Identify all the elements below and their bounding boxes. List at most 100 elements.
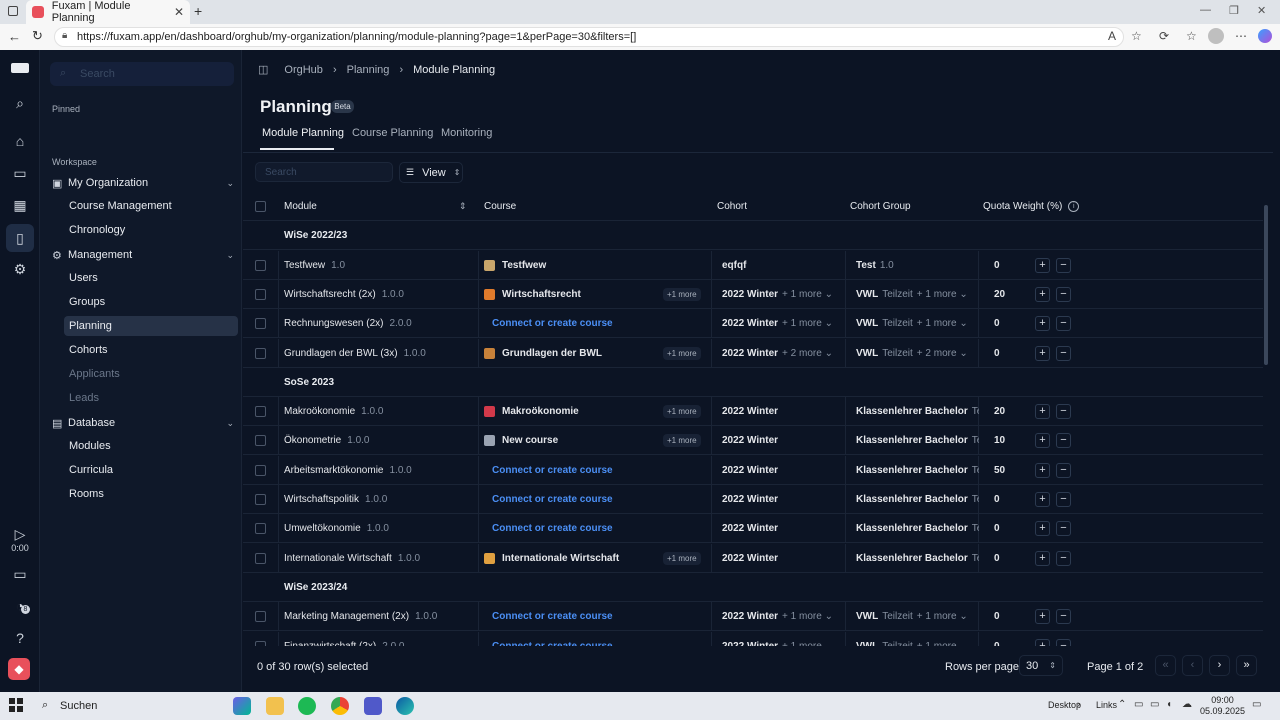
rows-per-page-select[interactable]: 30 ⇕ xyxy=(1019,655,1063,676)
sidebar-item-course-management[interactable]: Course Management xyxy=(64,196,238,216)
notification-center-icon[interactable]: ▭ xyxy=(1252,699,1261,710)
battery-icon[interactable]: ▭ xyxy=(1150,699,1159,710)
breadcrumb-orghub[interactable]: OrgHub xyxy=(284,64,323,76)
cohort-cell[interactable]: 2022 Winter xyxy=(722,426,847,455)
chrome-icon[interactable] xyxy=(331,697,349,715)
row-checkbox[interactable] xyxy=(255,259,266,271)
cohort-cell[interactable]: 2022 Winter + 1 more ⌄ xyxy=(722,309,847,338)
table-search-input[interactable]: Search xyxy=(255,162,393,182)
minimize-icon[interactable]: — xyxy=(1200,4,1211,16)
row-checkbox[interactable] xyxy=(255,288,266,300)
onedrive-icon[interactable]: ☁ xyxy=(1182,699,1192,710)
course-cell[interactable]: Connect or create course xyxy=(484,309,709,338)
cohort-group-cell[interactable]: Klassenlehrer BachelorTeilz xyxy=(856,544,979,573)
cohort-group-more[interactable]: + 1 more ⌄ xyxy=(917,318,968,329)
module-cell[interactable]: Testfwew 1.0 xyxy=(284,251,474,280)
cohort-group-cell[interactable]: Test 1.0 xyxy=(856,251,979,280)
tab-actions-icon[interactable] xyxy=(8,6,18,16)
header-cohort-group[interactable]: Cohort Group xyxy=(850,192,970,221)
sidebar-item-cohorts[interactable]: Cohorts xyxy=(64,340,238,360)
module-cell[interactable]: Umweltökonomie 1.0.0 xyxy=(284,514,474,543)
row-checkbox[interactable] xyxy=(255,523,266,535)
info-icon[interactable]: i xyxy=(1068,201,1080,212)
module-cell[interactable]: Ökonometrie 1.0.0 xyxy=(284,426,474,455)
edge-icon[interactable] xyxy=(396,697,414,715)
fuxam-logo-icon[interactable]: ◆ xyxy=(8,658,30,680)
orghub-icon[interactable]: ▯ xyxy=(0,230,40,247)
app-logo-icon[interactable] xyxy=(11,63,29,73)
decrease-quota-button[interactable]: − xyxy=(1056,316,1071,332)
folder-icon[interactable]: ▭ xyxy=(0,566,40,583)
increase-quota-button[interactable]: + xyxy=(1035,316,1050,332)
module-cell[interactable]: Finanzwirtschaft (2x) 2.0.0 xyxy=(284,632,474,647)
cohort-group-cell[interactable]: VWL Teilzeit + 1 more ⌄ xyxy=(856,602,979,631)
sidebar-search-input[interactable]: ⌕ Search xyxy=(50,62,234,86)
decrease-quota-button[interactable]: − xyxy=(1056,462,1071,478)
decrease-quota-button[interactable]: − xyxy=(1056,609,1071,625)
increase-quota-button[interactable]: + xyxy=(1035,462,1050,478)
row-checkbox[interactable] xyxy=(255,435,266,447)
favorite-star-icon[interactable]: ☆ xyxy=(1131,29,1142,43)
next-page-button[interactable]: › xyxy=(1209,655,1230,676)
volume-icon[interactable]: ◖ xyxy=(1166,699,1172,710)
cohort-group-cell[interactable]: Klassenlehrer BachelorTeilz xyxy=(856,456,979,485)
calendar-icon[interactable]: ▦ xyxy=(0,197,40,214)
copilot-app-icon[interactable] xyxy=(233,697,251,715)
course-more-badge[interactable]: +1 more xyxy=(663,551,701,565)
prev-page-button[interactable]: ‹ xyxy=(1182,655,1203,676)
sort-icon[interactable]: ⇕ xyxy=(459,201,467,212)
connect-course-link[interactable]: Connect or create course xyxy=(492,494,613,505)
cohort-group-more[interactable]: + 1 more ⌄ xyxy=(917,611,968,622)
notifications-bell-icon[interactable]: ◔ xyxy=(0,598,40,614)
decrease-quota-button[interactable]: − xyxy=(1056,550,1071,566)
cohort-group-more[interactable]: + 1 more ⌄ xyxy=(917,289,968,300)
cohort-group-cell[interactable]: VWL Teilzeit + 1 more ⌄ xyxy=(856,309,979,338)
increase-quota-button[interactable]: + xyxy=(1035,257,1050,273)
row-checkbox[interactable] xyxy=(255,640,266,646)
search-icon[interactable]: ⌕ xyxy=(0,95,40,112)
spotify-icon[interactable] xyxy=(298,697,316,715)
taskbar-clock[interactable]: 09:00 05.09.2025 xyxy=(1200,695,1245,717)
cohort-group-cell[interactable]: VWL Teilzeit + 1 more ⌄ xyxy=(856,280,979,309)
last-page-button[interactable]: » xyxy=(1236,655,1257,676)
sidebar-item-applicants[interactable]: Applicants xyxy=(64,364,238,384)
sidebar-item-leads[interactable]: Leads xyxy=(64,388,238,408)
header-cohort[interactable]: Cohort xyxy=(717,192,837,221)
increase-quota-button[interactable]: + xyxy=(1035,609,1050,625)
cohort-more[interactable]: + 2 more ⌄ xyxy=(782,348,833,359)
connect-course-link[interactable]: Connect or create course xyxy=(492,465,613,476)
breadcrumb-planning[interactable]: Planning xyxy=(347,64,390,76)
view-button[interactable]: ☰ View ⇕ xyxy=(399,162,463,183)
connect-course-link[interactable]: Connect or create course xyxy=(492,318,613,329)
help-icon[interactable]: ? xyxy=(0,630,40,646)
sidebar-item-users[interactable]: Users xyxy=(64,268,238,288)
course-cell[interactable]: Connect or create course xyxy=(484,456,709,485)
decrease-quota-button[interactable]: − xyxy=(1056,492,1071,507)
cohort-group-more[interactable]: + 1 more ⌄ xyxy=(917,641,968,647)
course-cell[interactable]: Connect or create course xyxy=(484,514,709,543)
increase-quota-button[interactable]: + xyxy=(1035,286,1050,302)
profile-avatar[interactable] xyxy=(1208,28,1224,44)
more-options-icon[interactable]: ⋯ xyxy=(1235,29,1247,43)
cohort-group-cell[interactable]: VWL Teilzeit + 1 more ⌄ xyxy=(856,632,979,647)
read-aloud-icon[interactable]: A xyxy=(1108,29,1116,43)
row-checkbox[interactable] xyxy=(255,318,266,330)
network-icon[interactable]: ▭ xyxy=(1134,699,1143,710)
module-cell[interactable]: Makroökonomie 1.0.0 xyxy=(284,397,474,426)
first-page-button[interactable]: « xyxy=(1155,655,1176,676)
sidebar-item-chronology[interactable]: Chronology xyxy=(64,220,238,240)
increase-quota-button[interactable]: + xyxy=(1035,550,1050,566)
collections-icon[interactable]: ☆ xyxy=(1186,29,1197,43)
links-label[interactable]: Links xyxy=(1096,700,1117,710)
increase-quota-button[interactable]: + xyxy=(1035,345,1050,361)
increase-quota-button[interactable]: + xyxy=(1035,404,1050,420)
course-cell[interactable]: Connect or create course xyxy=(484,632,709,647)
module-cell[interactable]: Wirtschaftsrecht (2x) 1.0.0 xyxy=(284,280,474,309)
decrease-quota-button[interactable]: − xyxy=(1056,257,1071,273)
cohort-cell[interactable]: eqfqf xyxy=(722,251,847,280)
sidebar-item-planning[interactable]: Planning xyxy=(64,316,238,336)
row-checkbox[interactable] xyxy=(255,347,266,359)
module-cell[interactable]: Wirtschaftspolitik 1.0.0 xyxy=(284,485,474,514)
course-more-badge[interactable]: +1 more xyxy=(663,405,701,419)
cohort-group-cell[interactable]: Klassenlehrer BachelorTeilz xyxy=(856,426,979,455)
